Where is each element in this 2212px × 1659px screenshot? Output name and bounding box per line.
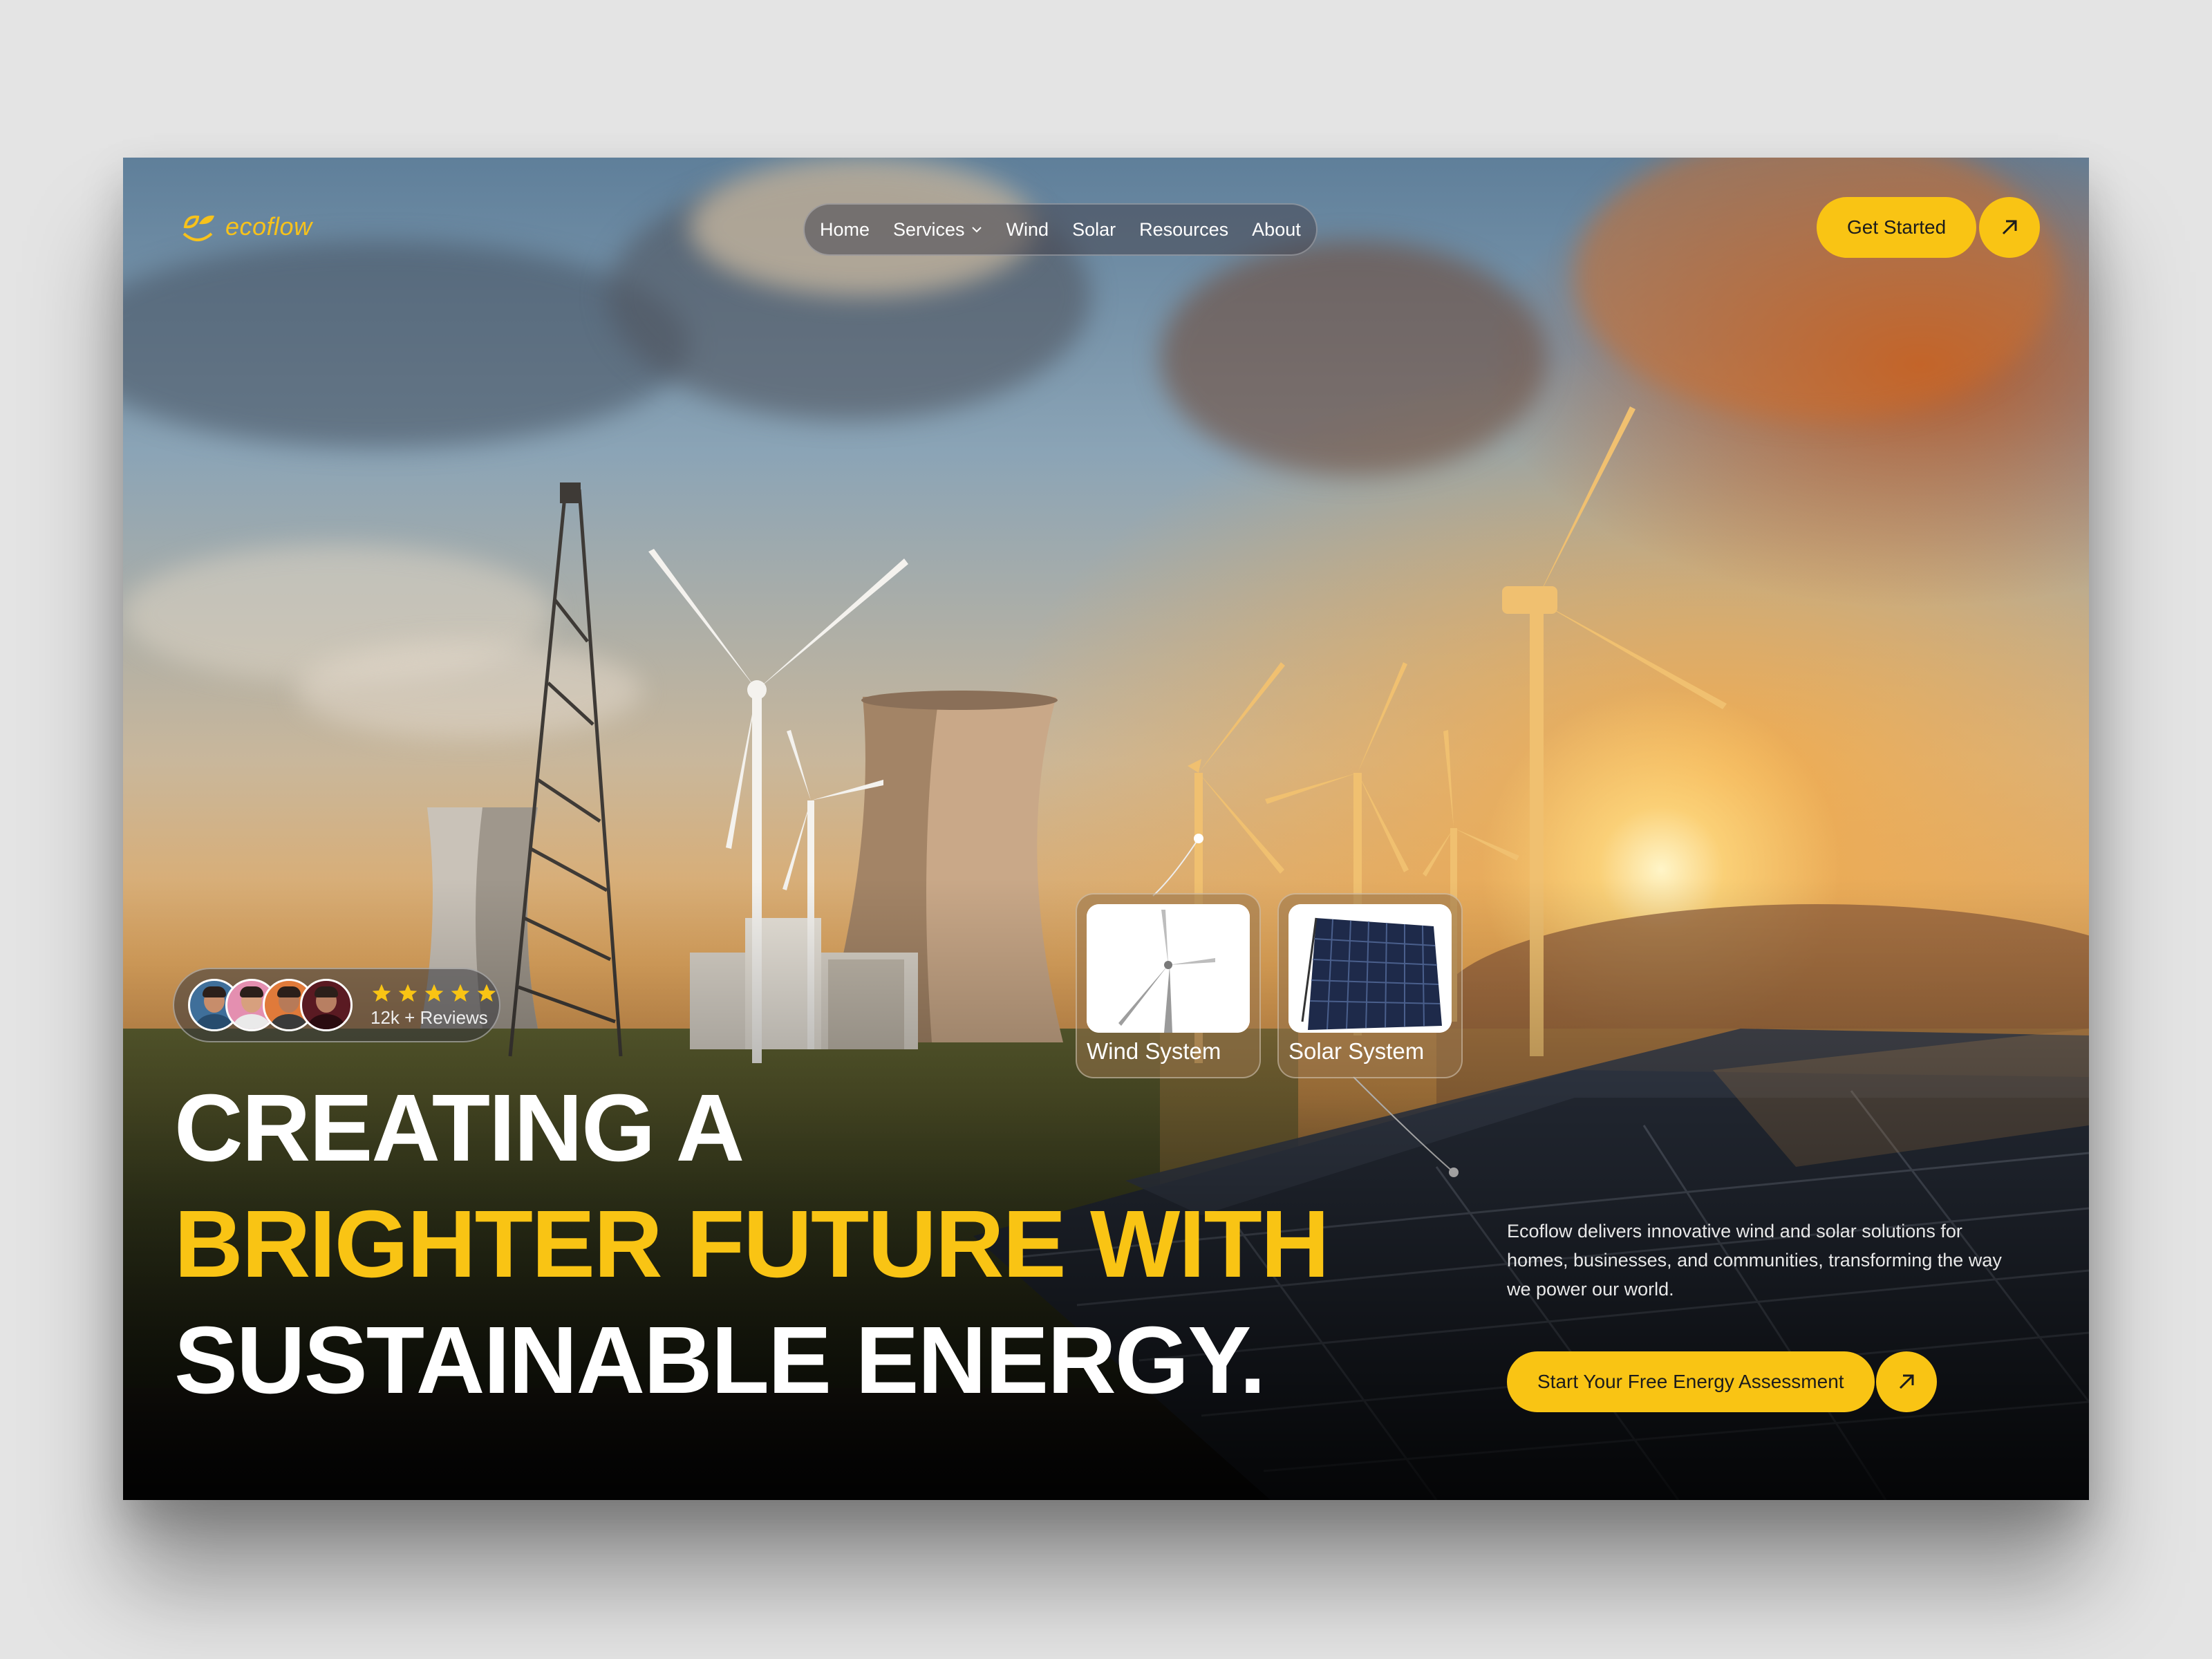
wind-system-image [1087,904,1250,1033]
headline-line-1: CREATING A [174,1075,744,1181]
arrow-up-right-icon[interactable] [1875,1351,1937,1412]
headline-line-2: BRIGHTER FUTURE WITH [174,1191,1330,1297]
get-started-label: Get Started [1817,197,1977,258]
wind-system-label: Wind System [1087,1038,1221,1064]
nav-item-label: Resources [1139,218,1229,240]
brand-name: ecoflow [225,212,312,241]
arrow-up-right-icon[interactable] [1979,197,2041,258]
start-assessment-label: Start Your Free Energy Assessment [1507,1351,1875,1412]
nav-item-wind[interactable]: Wind [1006,219,1049,241]
star-icon [398,984,418,1002]
solar-system-card[interactable]: Solar System [1277,893,1463,1078]
avatar [300,979,353,1031]
star-icon [372,984,391,1002]
nav-item-home[interactable]: Home [820,219,870,241]
leaf-logo-icon [182,215,214,241]
nav-item-label: Services [893,218,965,240]
hero-description: Ecoflow delivers innovative wind and sol… [1507,1221,2002,1300]
reviews-count: 12k + Reviews [371,1006,488,1028]
chevron-down-icon [971,227,982,233]
nav-item-label: About [1252,218,1301,240]
brand-logo[interactable]: ecoflow [177,206,312,247]
solar-system-label: Solar System [1288,1038,1425,1064]
nav-item-resources[interactable]: Resources [1139,219,1228,241]
nav-item-services[interactable]: Services [893,219,983,241]
nav-item-about[interactable]: About [1252,219,1301,241]
get-started-button[interactable]: Get Started [1817,197,2041,258]
wind-system-card[interactable]: Wind System [1076,893,1261,1078]
rating-stars [371,982,498,1004]
wind-turbine-icon [1087,904,1250,1033]
star-icon [424,984,444,1002]
solar-panel-icon [1288,904,1452,1033]
nav-item-label: Wind [1006,218,1049,240]
solar-system-image [1288,904,1452,1033]
star-icon [477,984,496,1002]
star-icon [451,984,470,1002]
nav-item-label: Solar [1072,218,1116,240]
main-nav: Home Services Wind Solar Resources About [803,203,1318,256]
start-assessment-button[interactable]: Start Your Free Energy Assessment [1507,1351,1937,1412]
reviews-badge: 12k + Reviews [173,968,500,1042]
nav-item-label: Home [820,218,870,240]
hero-section: ecoflow Home Services Wind Solar Resourc… [123,158,2089,1500]
reviewer-avatars [188,979,353,1031]
nav-item-solar[interactable]: Solar [1072,219,1116,241]
hero-headline: CREATING A BRIGHTER FUTURE WITH SUSTAINA… [174,1070,1330,1418]
headline-line-3: SUSTAINABLE ENERGY. [174,1307,1266,1414]
